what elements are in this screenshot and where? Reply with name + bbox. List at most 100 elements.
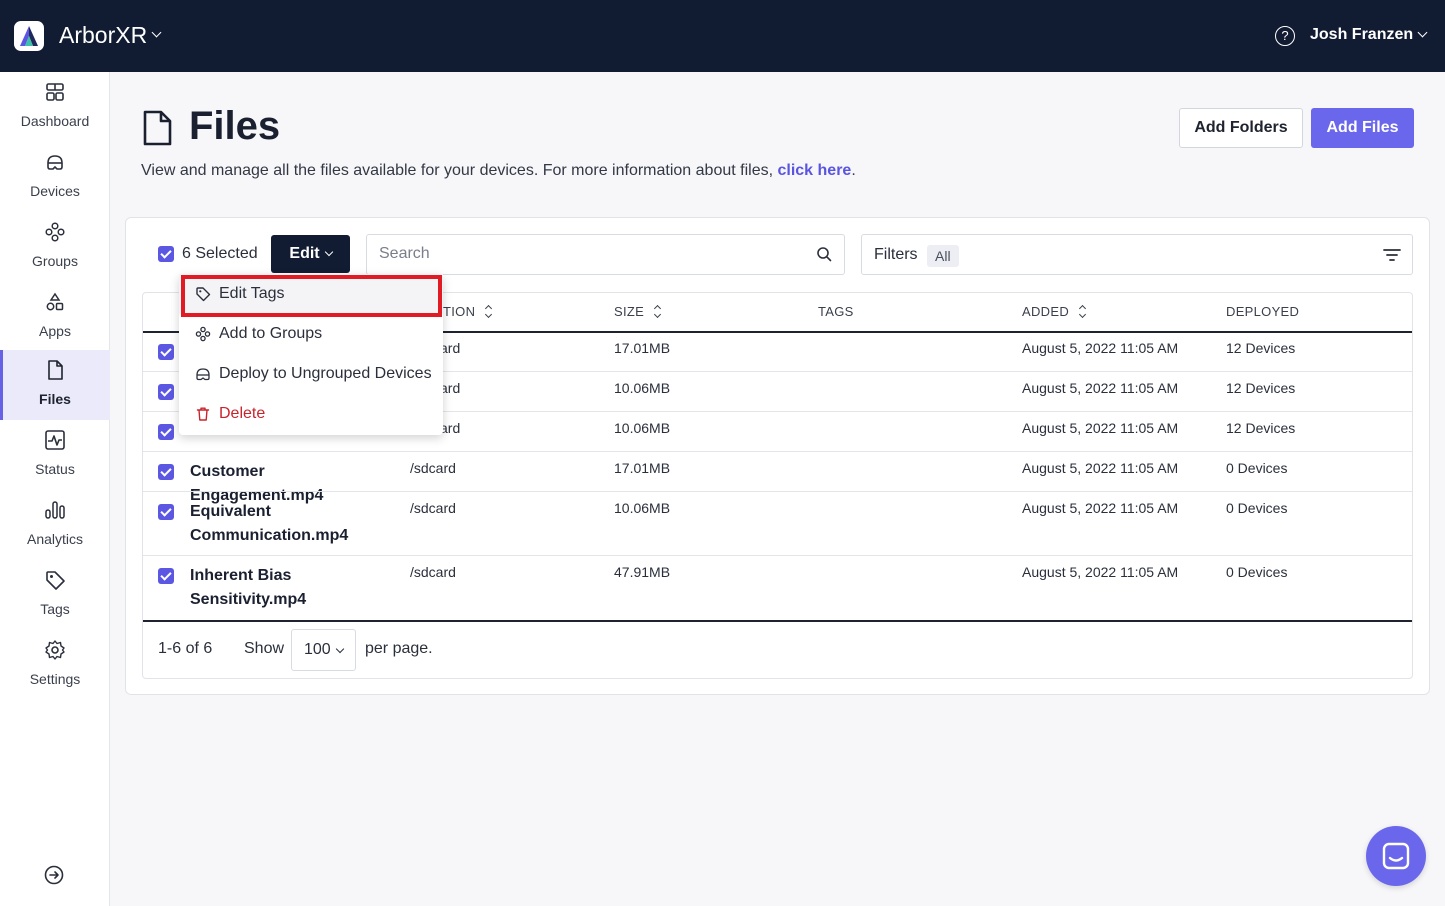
menu-item-deploy-ungrouped[interactable]: Deploy to Ungrouped Devices bbox=[179, 354, 443, 394]
sidebar-item-label: Analytics bbox=[26, 531, 84, 547]
cell-added: August 5, 2022 11:05 AM bbox=[1022, 460, 1179, 476]
cell-deployed: 0 Devices bbox=[1226, 500, 1288, 516]
sidebar-item-label: Tags bbox=[40, 601, 70, 617]
row-checkbox[interactable] bbox=[158, 424, 174, 440]
filters-dropdown[interactable]: Filters All bbox=[861, 234, 1413, 275]
cell-deployed: 12 Devices bbox=[1226, 380, 1296, 396]
filter-icon[interactable] bbox=[1383, 248, 1401, 262]
sidebar-item-dashboard[interactable]: Dashboard bbox=[0, 72, 110, 142]
column-header-tags: TAGS bbox=[818, 304, 854, 319]
sidebar-item-tags[interactable]: Tags bbox=[0, 560, 110, 630]
cell-file-name[interactable]: Equivalent Communication.mp4 bbox=[190, 500, 370, 548]
menu-item-add-to-groups[interactable]: Add to Groups bbox=[179, 314, 443, 354]
menu-item-edit-tags[interactable]: Edit Tags bbox=[179, 274, 443, 314]
sidebar-item-status[interactable]: Status bbox=[0, 420, 110, 490]
cell-location: /sdcard bbox=[410, 564, 456, 580]
edit-label: Edit bbox=[289, 245, 320, 262]
per-page-select[interactable]: 100 bbox=[291, 629, 356, 671]
cell-size: 47.91MB bbox=[614, 564, 671, 580]
row-divider bbox=[143, 451, 1412, 452]
row-divider bbox=[143, 491, 1412, 492]
sidebar-item-groups[interactable]: Groups bbox=[0, 212, 110, 282]
chevron-down-icon bbox=[335, 644, 345, 654]
cell-location: ard bbox=[440, 420, 461, 436]
click-here-link[interactable]: click here bbox=[777, 162, 851, 179]
user-name: Josh Franzen bbox=[1310, 26, 1414, 43]
pagination-per-page-label: per page. bbox=[365, 640, 433, 657]
cell-size: 17.01MB bbox=[614, 340, 671, 356]
sidebar-item-apps[interactable]: Apps bbox=[0, 282, 110, 352]
apps-icon bbox=[46, 292, 64, 311]
search-icon[interactable] bbox=[816, 246, 832, 262]
column-label: TION bbox=[443, 304, 476, 319]
cell-added: August 5, 2022 11:05 AM bbox=[1022, 380, 1179, 396]
app-name: ArborXR bbox=[59, 22, 148, 48]
row-checkbox[interactable] bbox=[158, 464, 174, 480]
help-icon[interactable]: ? bbox=[1275, 26, 1295, 46]
arborxr-logo[interactable] bbox=[14, 21, 44, 51]
add-folders-button[interactable]: Add Folders bbox=[1179, 108, 1303, 148]
description-end: . bbox=[851, 162, 856, 179]
column-header-location[interactable]: TION bbox=[443, 304, 493, 319]
sidebar-item-analytics[interactable]: Analytics bbox=[0, 490, 110, 560]
sidebar-item-settings[interactable]: Settings bbox=[0, 630, 110, 700]
user-menu[interactable]: Josh Franzen bbox=[1310, 26, 1428, 44]
cell-deployed: 0 Devices bbox=[1226, 564, 1288, 580]
row-checkbox[interactable] bbox=[158, 344, 174, 360]
row-checkbox[interactable] bbox=[158, 504, 174, 520]
sidebar-item-devices[interactable]: Devices bbox=[0, 142, 110, 212]
cell-location: ard bbox=[440, 380, 461, 396]
chat-icon bbox=[1382, 842, 1410, 870]
select-all-checkbox[interactable] bbox=[158, 246, 174, 262]
file-icon bbox=[48, 360, 63, 380]
column-header-added[interactable]: ADDED bbox=[1022, 304, 1087, 319]
per-page-value: 100 bbox=[304, 641, 331, 658]
page-description: View and manage all the files available … bbox=[141, 162, 856, 180]
menu-item-label: Add to Groups bbox=[219, 325, 323, 342]
cell-file-name[interactable]: Inherent Bias Sensitivity.mp4 bbox=[190, 564, 350, 612]
description-text: View and manage all the files available … bbox=[141, 162, 778, 179]
sidebar-item-label: Groups bbox=[32, 253, 78, 269]
filters-label: Filters bbox=[874, 246, 918, 263]
page-title: Files bbox=[189, 104, 281, 148]
sort-icon bbox=[1079, 306, 1087, 318]
cell-size: 17.01MB bbox=[614, 460, 671, 476]
cell-added: August 5, 2022 11:05 AM bbox=[1022, 500, 1179, 516]
trash-icon bbox=[196, 407, 210, 421]
sidebar-item-files[interactable]: Files bbox=[0, 350, 110, 420]
dashboard-icon bbox=[46, 83, 64, 101]
column-label: DEPLOYED bbox=[1226, 304, 1300, 319]
menu-item-delete[interactable]: Delete bbox=[179, 394, 443, 434]
cell-location: /sdcard bbox=[410, 460, 456, 476]
chevron-down-icon bbox=[151, 27, 162, 38]
gear-icon bbox=[45, 640, 65, 660]
column-label: SIZE bbox=[614, 304, 645, 319]
pagination-count: 1-6 of 6 bbox=[158, 640, 213, 657]
expand-sidebar-icon[interactable] bbox=[44, 865, 64, 885]
menu-item-label: Edit Tags bbox=[219, 285, 285, 302]
cell-added: August 5, 2022 11:05 AM bbox=[1022, 340, 1179, 356]
sidebar-item-label: Settings bbox=[29, 671, 81, 687]
search-input[interactable] bbox=[379, 245, 799, 263]
add-files-button[interactable]: Add Files bbox=[1311, 108, 1414, 148]
analytics-icon bbox=[45, 501, 65, 519]
sidebar: Dashboard Devices Groups Apps Files Stat… bbox=[0, 72, 110, 906]
file-icon bbox=[143, 110, 172, 146]
headset-icon bbox=[196, 368, 210, 381]
chat-launcher[interactable] bbox=[1366, 826, 1426, 886]
cell-deployed: 12 Devices bbox=[1226, 420, 1296, 436]
app-switcher[interactable]: ArborXR bbox=[59, 22, 162, 49]
cell-location: ard bbox=[440, 340, 461, 356]
cell-added: August 5, 2022 11:05 AM bbox=[1022, 420, 1179, 436]
sort-icon bbox=[485, 306, 493, 318]
row-checkbox[interactable] bbox=[158, 384, 174, 400]
row-checkbox[interactable] bbox=[158, 568, 174, 584]
edit-button[interactable]: Edit bbox=[271, 235, 350, 273]
cell-deployed: 0 Devices bbox=[1226, 460, 1288, 476]
menu-item-label: Deploy to Ungrouped Devices bbox=[219, 365, 432, 382]
edit-dropdown-menu: Edit Tags Add to Groups Deploy to Ungrou… bbox=[179, 274, 443, 435]
column-header-size[interactable]: SIZE bbox=[614, 304, 662, 319]
column-header-deployed: DEPLOYED bbox=[1226, 304, 1299, 319]
search-field[interactable] bbox=[366, 234, 845, 275]
row-divider bbox=[143, 555, 1412, 556]
